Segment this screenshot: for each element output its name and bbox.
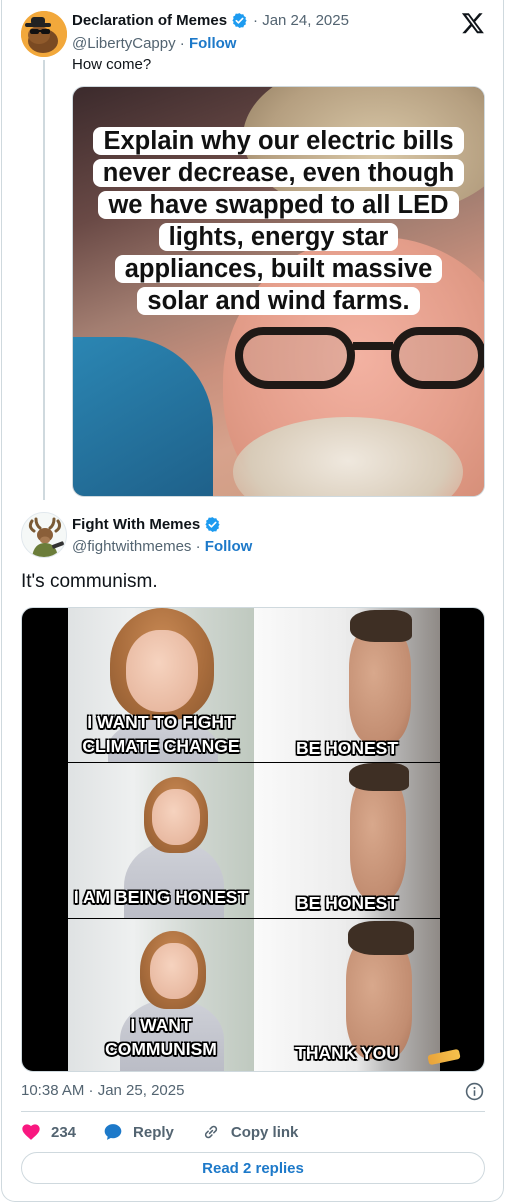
read-replies-button[interactable]: Read 2 replies [21,1152,485,1184]
main-display-name[interactable]: Fight With Memes [72,516,200,533]
avatar-fight-with-memes[interactable] [21,512,67,558]
meme-panel-man-3: THANK YOU [254,919,440,1071]
parent-handle-row: @LibertyCappy · Follow [72,35,236,52]
meme-label-line: THANK YOU [295,1043,399,1063]
separator-dot: · [179,35,189,52]
thread-connector-line [43,60,45,500]
parent-handle[interactable]: @LibertyCappy [72,35,176,52]
meme-glasses-left [235,327,355,389]
x-logo-icon[interactable] [461,11,485,35]
meme-caption-line: appliances, built massive [114,255,443,283]
tweet-actions: 234 Reply Copy link [21,1121,325,1143]
meme-glasses-bridge [353,342,393,350]
main-author-row: Fight With Memes [72,516,221,533]
meme-label-line: BE HONEST [295,893,399,913]
speech-bubble-icon [104,1124,122,1140]
copy-link-label: Copy link [230,1123,299,1141]
parent-display-name[interactable]: Declaration of Memes [72,12,227,29]
panel-figure-shape [350,610,412,642]
parent-date[interactable]: · Jan 24, 2025 [253,12,349,29]
main-meme-image[interactable]: I WANT TO FIGHT CLIMATE CHANGE BE HONEST… [21,607,485,1072]
like-button[interactable]: 234 [21,1122,76,1142]
meme-panel-girl-3: I WANT COMMUNISM [68,919,254,1071]
parent-tweet-text: How come? [72,56,152,73]
reply-button[interactable]: Reply [103,1122,174,1142]
moose-avatar-icon [22,513,66,557]
meme-caption-line: Explain why our electric bills [93,127,464,155]
capybara-avatar-icon [21,11,67,57]
meme-label-line: CLIMATE CHANGE [82,736,240,756]
meme-caption-text: Explain why our electric bills never dec… [73,125,484,317]
meme-caption-line: never decrease, even though [92,159,465,187]
separator-dot: · [195,538,205,555]
panel-figure-shape [349,763,409,791]
panel-figure-shape [152,789,200,845]
meme-label: BE HONEST [254,891,440,915]
meme-panel-man-2: BE HONEST [254,763,440,918]
main-follow-link[interactable]: Follow [205,538,253,555]
link-icon [204,1125,217,1139]
meme-caption-line: we have swapped to all LED [98,191,459,219]
meme-label: I AM BEING HONEST [68,885,254,909]
info-icon[interactable] [465,1082,484,1101]
parent-follow-link[interactable]: Follow [189,35,237,52]
meme-label: THANK YOU [254,1041,440,1065]
main-handle-row: @fightwithmemes · Follow [72,538,252,555]
meme-caption-line: solar and wind farms. [137,287,420,315]
heart-icon [22,1124,40,1140]
meme-label-line: I WANT TO FIGHT [87,712,235,732]
meme-panel-girl-1: I WANT TO FIGHT CLIMATE CHANGE [68,608,254,762]
verified-badge-icon [205,517,220,532]
meme-label-line: COMMUNISM [105,1039,217,1059]
verified-badge-icon [232,13,247,28]
panel-figure-shape [150,943,198,999]
meme-glasses-right [391,327,484,389]
tweet-timestamp[interactable]: 10:38 AM · Jan 25, 2025 [21,1082,184,1099]
meme-panel-girl-2: I AM BEING HONEST [68,763,254,918]
panel-figure-shape [126,630,198,712]
main-tweet-text: It's communism. [21,571,158,592]
copy-link-button[interactable]: Copy link [201,1122,299,1142]
footer-divider [21,1111,485,1112]
avatar-declaration-of-memes[interactable] [21,11,67,57]
meme-label: I WANT COMMUNISM [68,1013,254,1061]
like-count: 234 [51,1123,77,1141]
meme-caption-line: lights, energy star [158,223,399,251]
parent-author-row: Declaration of Memes · Jan 24, 2025 [72,12,349,29]
meme-shirt-shape [73,337,213,496]
meme-panel-man-1: BE HONEST [254,608,440,762]
meme-label: I WANT TO FIGHT CLIMATE CHANGE [68,710,254,758]
meme-label-line: I AM BEING HONEST [73,887,249,907]
panel-figure-shape [350,775,406,899]
reply-label: Reply [133,1123,174,1141]
meme-label-line: I WANT [130,1015,192,1035]
panel-figure-shape [348,921,414,955]
meme-label-line: BE HONEST [295,738,399,758]
meme-label: BE HONEST [254,736,440,760]
panel-figure-shape [349,626,411,744]
main-handle[interactable]: @fightwithmemes [72,538,191,555]
parent-meme-image[interactable]: Explain why our electric bills never dec… [72,86,485,497]
